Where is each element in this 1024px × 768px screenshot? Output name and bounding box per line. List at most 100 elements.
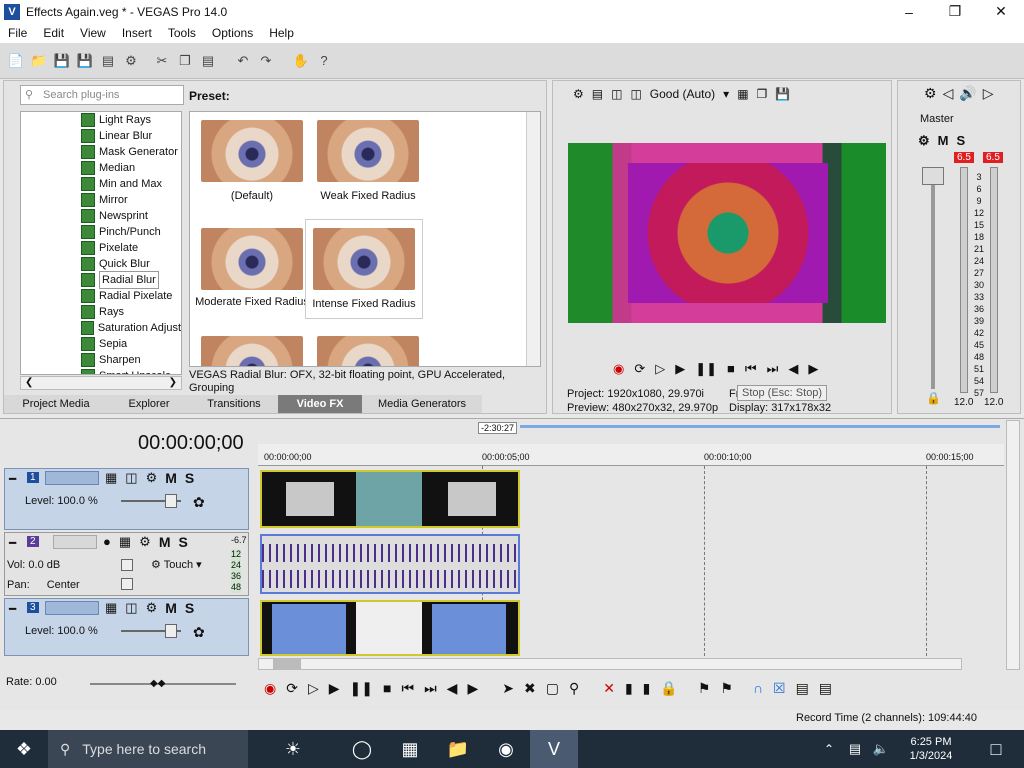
time-ruler[interactable]: 00:00:00;00 00:00:05;00 00:00:10;00 00:0… [258, 444, 1004, 466]
help-pointer-icon[interactable]: ? [314, 51, 334, 71]
loop-region-bar[interactable] [520, 425, 1000, 428]
grid-icon[interactable]: ▦ [737, 87, 748, 101]
maximize-button[interactable]: ❐ [932, 0, 978, 23]
record-icon[interactable]: ◉ [613, 361, 624, 377]
scroll-left-icon[interactable]: ❮ [25, 377, 33, 388]
paste-icon[interactable]: ▤ [198, 51, 218, 71]
next-frame-icon[interactable]: ▶ [467, 680, 478, 697]
timeline-hscrollbar[interactable] [258, 658, 962, 670]
tab-video-fx[interactable]: Video FX [278, 395, 362, 413]
mute-button[interactable]: M [165, 470, 177, 486]
automation-icon[interactable]: ⚙ [146, 600, 158, 616]
collapse-icon[interactable]: ━ [9, 602, 16, 616]
volume-icon[interactable]: 🔈 [868, 730, 894, 768]
copy-icon[interactable]: ❐ [175, 51, 195, 71]
lock-envelopes-icon[interactable]: ▤ [819, 680, 832, 697]
marker-icon[interactable]: ⚑ [698, 680, 711, 697]
mixer-gear-icon[interactable]: ⚙ [924, 85, 937, 102]
plugin-item[interactable]: Min and Max [21, 176, 181, 192]
plugin-item[interactable]: Linear Blur [21, 128, 181, 144]
play-from-start-icon[interactable]: ▷ [308, 680, 319, 697]
preview-quality-dropdown[interactable]: Good (Auto) [650, 87, 715, 101]
normal-edit-tool-icon[interactable]: ➤ [502, 680, 514, 697]
preset-item[interactable]: (Default) [194, 120, 310, 202]
file-explorer-icon[interactable]: 📁 [434, 730, 482, 768]
plugin-item[interactable]: Mirror [21, 192, 181, 208]
collapse-icon[interactable]: ━ [9, 472, 16, 486]
network-icon[interactable]: ▤ [842, 730, 868, 768]
play-icon[interactable]: ▶ [675, 361, 685, 377]
save-snapshot-icon[interactable]: 💾 [775, 87, 790, 101]
plugin-item[interactable]: Radial Blur [21, 271, 181, 289]
audio-clip-2[interactable] [260, 534, 520, 594]
zoom-tool-icon[interactable]: ⚲ [569, 680, 579, 697]
plugin-item[interactable]: Rays [21, 304, 181, 320]
menu-view[interactable]: View [72, 26, 114, 40]
menu-options[interactable]: Options [204, 26, 261, 40]
plugin-item[interactable]: Sepia [21, 336, 181, 352]
region-icon[interactable]: ⚑ [720, 680, 733, 697]
mixer-insert-icon[interactable]: ◁ [943, 85, 954, 102]
go-to-end-icon[interactable]: ⏭ [767, 361, 779, 377]
solo-button[interactable]: S [178, 534, 187, 550]
menu-tools[interactable]: Tools [160, 26, 204, 40]
loop-icon[interactable]: ⟳ [286, 680, 298, 697]
trim-icon[interactable]: ▮ [625, 680, 633, 697]
preset-item-selected[interactable]: Intense Fixed Radius [306, 220, 422, 318]
plugin-item[interactable]: Smart Upscale [21, 368, 181, 374]
properties-gear-icon[interactable]: ⚙ [121, 51, 141, 71]
preset-item[interactable]: Moderate Fixed Radius [194, 228, 310, 308]
menu-help[interactable]: Help [261, 26, 302, 40]
save-icon[interactable]: 💾 [52, 51, 72, 71]
lock-icon[interactable]: 🔒 [926, 391, 941, 405]
close-button[interactable]: ✕ [978, 0, 1024, 23]
plugin-item[interactable]: Newsprint [21, 208, 181, 224]
plugin-item[interactable]: Pinch/Punch [21, 224, 181, 240]
master-fx-icon[interactable]: ⚙ [918, 133, 930, 149]
track-name-field[interactable] [53, 535, 97, 549]
save-as-icon[interactable]: 💾 [75, 51, 95, 71]
taskbar-search-box[interactable]: ⚲ Type here to search [48, 730, 248, 768]
track-name-field[interactable] [45, 471, 99, 485]
external-monitor-icon[interactable]: ◫ [611, 87, 622, 101]
fx-hand-icon[interactable]: ✋ [291, 51, 311, 71]
copy-snapshot-icon[interactable]: ❐ [757, 87, 768, 101]
solo-button[interactable]: S [185, 600, 194, 616]
loop-icon[interactable]: ⟳ [634, 361, 645, 377]
audio-track-header-2[interactable]: ━ 2 ● ▦ ⚙ M S Vol: 0.0 dB ⚙ Touch ▾ Pan:… [4, 532, 249, 596]
split-screen-icon[interactable]: ▤ [592, 87, 603, 101]
scroll-thumb[interactable] [273, 659, 301, 669]
vegas-taskbar-icon[interactable]: V [530, 730, 578, 768]
next-frame-icon[interactable]: ▶ [808, 361, 818, 377]
plugin-tree-hscrollbar[interactable]: ❮ ❯ [20, 376, 182, 390]
minimize-button[interactable]: – [886, 0, 932, 23]
preset-scrollbar[interactable] [526, 112, 540, 366]
windows-start-icon[interactable]: ❖ [0, 730, 48, 768]
go-to-start-icon[interactable]: ⏮ [745, 361, 757, 377]
cut-icon[interactable]: ✂ [152, 51, 172, 71]
plugin-item[interactable]: Radial Pixelate [21, 288, 181, 304]
plugin-tree[interactable]: Light Rays Linear Blur Mask Generator Media… [20, 111, 182, 375]
pan-slider-handle[interactable] [121, 578, 133, 590]
lock-icon[interactable]: 🔒 [660, 680, 677, 697]
previous-frame-icon[interactable]: ◀ [788, 361, 798, 377]
menu-edit[interactable]: Edit [35, 26, 72, 40]
level-slider-handle[interactable] [165, 624, 177, 638]
master-fader-handle[interactable] [922, 167, 944, 185]
plugin-item[interactable]: Light Rays [21, 112, 181, 128]
pause-icon[interactable]: ❚❚ [695, 361, 717, 377]
pan-crop-icon[interactable]: ▦ [105, 600, 117, 616]
tab-media-generators[interactable]: Media Generators [362, 395, 482, 413]
go-to-end-icon[interactable]: ⏭ [424, 680, 437, 697]
mute-button[interactable]: M [159, 534, 171, 550]
render-icon[interactable]: ▤ [98, 51, 118, 71]
go-to-start-icon[interactable]: ⏮ [401, 680, 414, 697]
video-track-header-1[interactable]: ━ 1 ▦ ◫ ⚙ M S Level: 100.0 % ✿ [4, 468, 249, 530]
track-fx-icon[interactable]: ▦ [119, 534, 131, 550]
arm-record-icon[interactable]: ● [103, 534, 111, 550]
master-solo-button[interactable]: S [957, 133, 966, 149]
pan-crop-icon[interactable]: ▦ [105, 470, 117, 486]
chevron-down-icon[interactable]: ▾ [723, 87, 729, 101]
menu-file[interactable]: File [0, 26, 35, 40]
plugin-search-input[interactable]: ⚲ Search plug-ins [20, 85, 184, 105]
